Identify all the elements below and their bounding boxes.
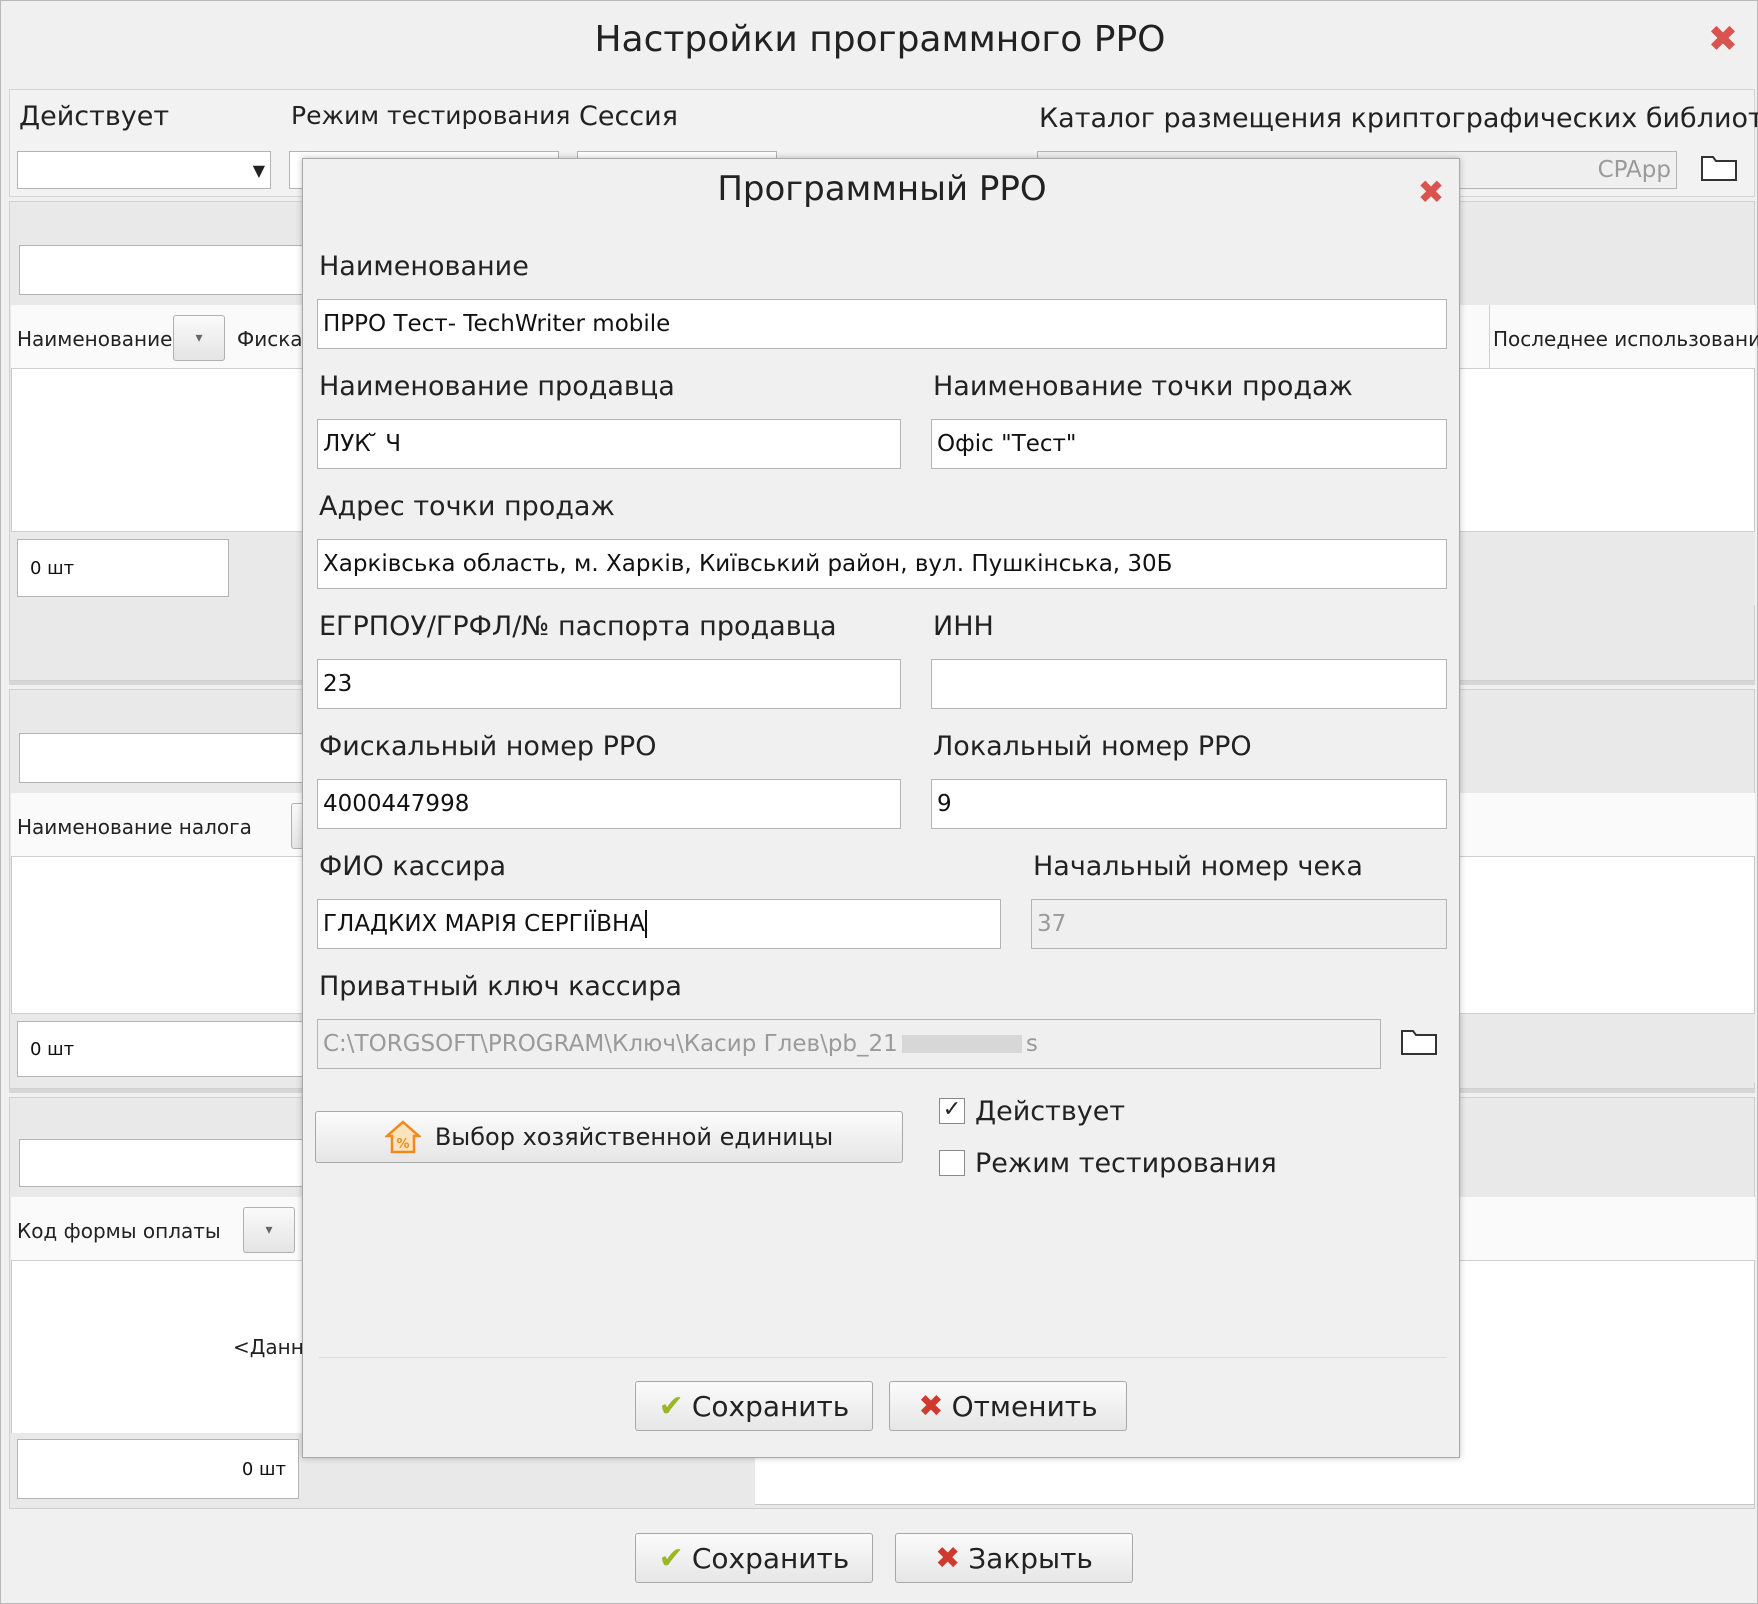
close-icon: ✖ xyxy=(918,1388,944,1424)
close-icon: ✖ xyxy=(935,1540,961,1576)
col-last-used-header[interactable]: Последнее использование xyxy=(1493,327,1758,351)
checkmark-icon: ✔ xyxy=(658,1540,684,1576)
crypto-dir-label: Каталог размещения криптографических биб… xyxy=(1039,103,1758,134)
egrpou-input[interactable]: 23 xyxy=(317,659,901,709)
column-divider xyxy=(1489,305,1490,369)
test-mode-checkbox[interactable] xyxy=(939,1150,965,1176)
start-receipt-input[interactable]: 37 xyxy=(1031,899,1447,949)
folder-icon[interactable] xyxy=(1401,1027,1437,1059)
active-filter-select[interactable]: ▼ xyxy=(17,151,271,189)
egrpou-label: ЕГРПОУ/ГРФЛ/№ паспорта продавца xyxy=(319,611,837,642)
active-filter-label: Действует xyxy=(19,101,170,132)
folder-icon[interactable] xyxy=(1701,153,1737,185)
divider xyxy=(319,1357,1447,1358)
payment-search-input[interactable] xyxy=(19,1139,309,1187)
test-mode-checkbox-row[interactable]: Режим тестирования xyxy=(939,1141,1449,1185)
col-name-header[interactable]: Наименование xyxy=(17,327,172,351)
svg-text:%: % xyxy=(396,1137,409,1152)
cashier-label: ФИО кассира xyxy=(319,851,507,882)
window-title: Настройки программного РРО xyxy=(594,19,1166,60)
chevron-down-icon: ▾ xyxy=(265,1222,273,1238)
dialog-save-button[interactable]: ✔ Сохранить xyxy=(635,1381,873,1431)
col-tax-header[interactable]: Наименование налога xyxy=(17,815,252,839)
start-receipt-label: Начальный номер чека xyxy=(1033,851,1363,882)
payment-count: 0 шт xyxy=(17,1439,299,1499)
active-checkbox-row[interactable]: ✓ Действует xyxy=(939,1089,1449,1133)
rro-search-input[interactable] xyxy=(19,245,309,295)
select-unit-button[interactable]: % Выбор хозяйственной единицы xyxy=(315,1111,903,1163)
dialog-cancel-button[interactable]: ✖ Отменить xyxy=(889,1381,1127,1431)
test-mode-filter-label: Режим тестирования xyxy=(291,101,571,130)
col-name-filter-button[interactable]: ▾ xyxy=(173,315,225,361)
rro-count: 0 шт xyxy=(17,539,229,597)
fiscal-number-input[interactable]: 4000447998 xyxy=(317,779,901,829)
tax-search-input[interactable] xyxy=(19,733,309,783)
chevron-down-icon: ▾ xyxy=(195,330,203,346)
local-number-label: Локальный номер РРО xyxy=(933,731,1252,762)
private-key-input[interactable]: C:\TORGSOFT\PROGRAM\Ключ\Касир Глев\pb_2… xyxy=(317,1019,1381,1069)
name-label: Наименование xyxy=(319,251,529,282)
inn-label: ИНН xyxy=(933,611,994,642)
close-icon[interactable]: ✖ xyxy=(1411,173,1451,213)
close-icon[interactable]: ✖ xyxy=(1701,19,1745,63)
fiscal-number-label: Фискальный номер РРО xyxy=(319,731,657,762)
address-label: Адрес точки продаж xyxy=(319,491,615,522)
main-close-button[interactable]: ✖ Закрыть xyxy=(895,1533,1133,1583)
main-save-button[interactable]: ✔ Сохранить xyxy=(635,1533,873,1583)
rro-dialog: Программный РРО ✖ Наименование ПРРО Тест… xyxy=(302,158,1460,1458)
col-payment-filter-button[interactable]: ▾ xyxy=(243,1207,295,1253)
dialog-title: Программный РРО xyxy=(717,169,1047,209)
tax-count: 0 шт xyxy=(17,1021,307,1077)
private-key-label: Приватный ключ кассира xyxy=(319,971,682,1002)
redaction xyxy=(901,1035,1022,1053)
session-filter-label: Сессия xyxy=(579,101,678,132)
local-number-input[interactable]: 9 xyxy=(931,779,1447,829)
text-cursor xyxy=(645,910,648,938)
cashier-input[interactable]: ГЛАДКИХ МАРІЯ СЕРГІЇВНА xyxy=(317,899,1001,949)
name-input[interactable]: ПРРО Тест- TechWriter mobile xyxy=(317,299,1447,349)
seller-input[interactable]: ЛУК ̆ Ч xyxy=(317,419,901,469)
seller-label: Наименование продавца xyxy=(319,371,675,402)
active-checkbox[interactable]: ✓ xyxy=(939,1098,965,1124)
chevron-down-icon: ▼ xyxy=(252,160,265,180)
sales-point-label: Наименование точки продаж xyxy=(933,371,1353,402)
col-payment-header[interactable]: Код формы оплаты xyxy=(17,1219,221,1243)
address-input[interactable]: Харківська область, м. Харків, Київський… xyxy=(317,539,1447,589)
sales-point-input[interactable]: Офіс "Тест" xyxy=(931,419,1447,469)
house-percent-icon: % xyxy=(384,1120,421,1154)
inn-input[interactable] xyxy=(931,659,1447,709)
checkmark-icon: ✔ xyxy=(658,1388,684,1424)
